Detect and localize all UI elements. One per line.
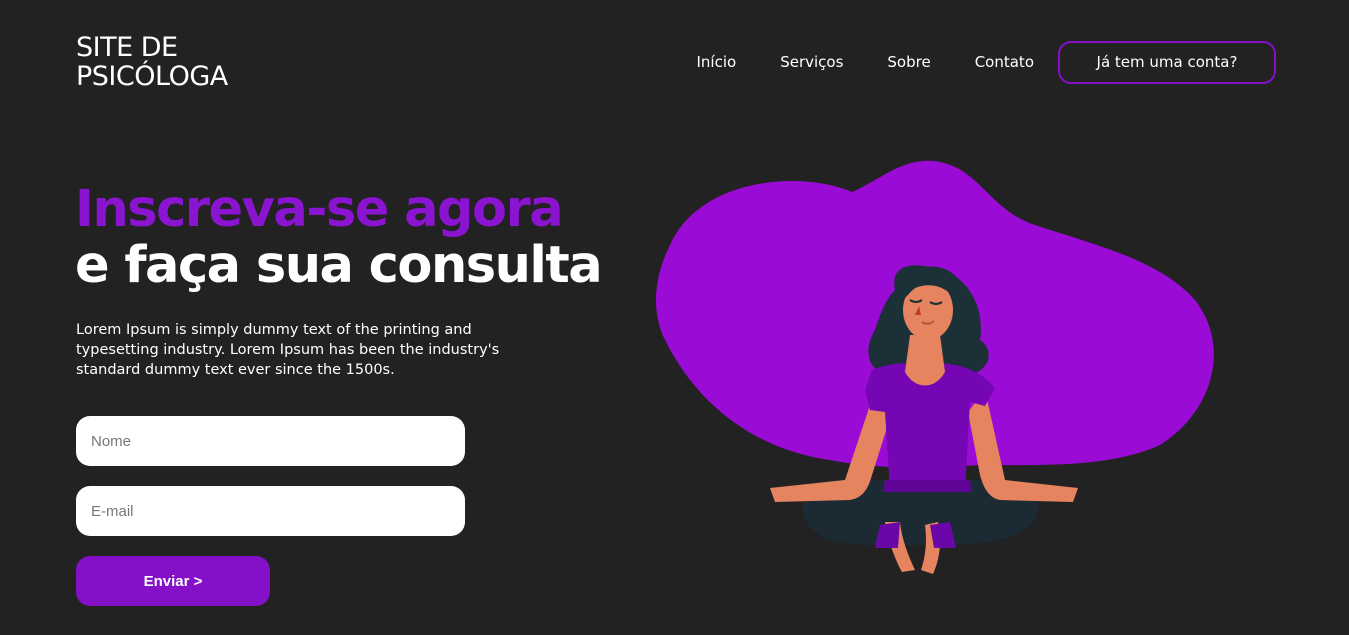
email-input[interactable] (76, 486, 465, 536)
hero-title-main: e faça sua consulta (75, 236, 603, 295)
logo-line-1: SITE DE (76, 32, 178, 63)
main-nav: Início Serviços Sobre Contato Já tem uma… (697, 39, 1276, 85)
hero-description: Lorem Ipsum is simply dummy text of the … (76, 322, 500, 378)
hero-title-accent: Inscreva-se agora (75, 180, 564, 239)
nav-link-servicos[interactable]: Serviços (780, 53, 843, 71)
shirt-hem (883, 480, 972, 492)
site-logo[interactable]: SITE DE PSICÓLOGA (76, 33, 228, 91)
meditating-woman-illustration (655, 160, 1214, 574)
neck (905, 335, 945, 386)
nav-link-sobre[interactable]: Sobre (887, 53, 930, 71)
logo-line-2: PSICÓLOGA (76, 61, 228, 92)
hero-title: Inscreva-se agora e faça sua consulta (75, 180, 603, 295)
submit-button[interactable]: Enviar > (76, 556, 270, 606)
nav-link-inicio[interactable]: Início (697, 53, 737, 71)
nav-link-contato[interactable]: Contato (975, 53, 1034, 71)
page: SITE DE PSICÓLOGA Início Serviços Sobre … (0, 0, 1349, 635)
login-button[interactable]: Já tem uma conta? (1058, 40, 1276, 84)
name-input[interactable] (76, 416, 465, 466)
